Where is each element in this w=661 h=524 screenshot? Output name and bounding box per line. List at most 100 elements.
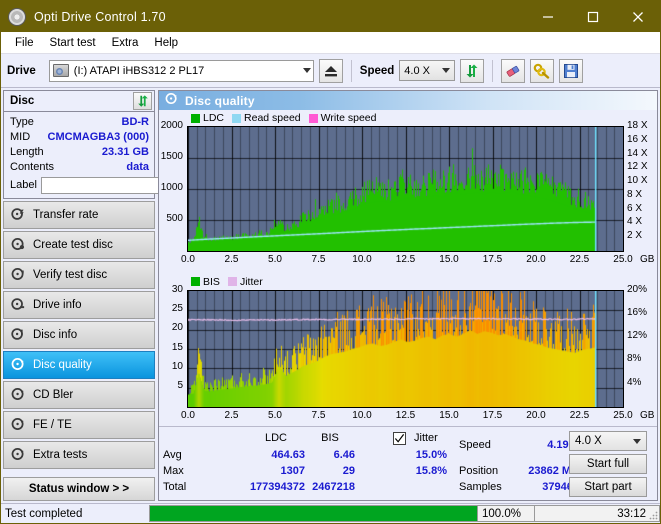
axis-tick-label: 8% — [627, 353, 642, 365]
main-body: Disc Type BD-R MID CMCMAGBA3 (000) Lengt… — [1, 88, 660, 503]
axis-tick-label: 16 X — [627, 133, 648, 145]
bis-plot-area — [187, 289, 624, 408]
legend-label: BIS — [203, 275, 220, 288]
legend-label: Jitter — [239, 275, 263, 288]
menu-extra[interactable]: Extra — [104, 35, 147, 51]
disc-verify-icon — [11, 267, 25, 284]
axis-tick-label: 25.0 — [613, 254, 633, 265]
disc-icon — [8, 7, 26, 26]
erase-button[interactable] — [501, 58, 526, 83]
bis-chart-legend: BIS Jitter — [191, 276, 267, 288]
disc-row-mid: MID CMCMAGBA3 (000) — [10, 129, 149, 144]
drive-label: Drive — [7, 64, 36, 77]
speed-select-value: 4.0 X — [404, 64, 430, 77]
sidebar-item-label: Extra tests — [33, 449, 88, 461]
sidebar-item-extra-tests[interactable]: Extra tests — [3, 441, 155, 469]
stats-col-jitter: Jitter — [414, 432, 438, 444]
stats-speed-select-value: 4.0 X — [575, 435, 602, 447]
axis-tick-label: 16% — [627, 306, 648, 318]
disc-write-icon — [11, 237, 25, 254]
stats-col-bis: BIS — [321, 432, 339, 444]
ldc-chart: LDC Read speed Write speed 500 1000 1500 2000… — [159, 110, 657, 274]
axis-tick-label: 17.5 — [482, 254, 503, 265]
drive-toolbar: Drive (I:) ATAPI iHBS312 2 PL17 Speed 4.… — [1, 54, 660, 88]
disc-label-row: Label — [10, 175, 211, 195]
menu-file[interactable]: File — [7, 35, 42, 51]
axis-tick-label: GB — [640, 409, 655, 421]
sidebar-item-transfer-rate[interactable]: Transfer rate — [3, 201, 155, 229]
menu-start-test[interactable]: Start test — [42, 35, 104, 51]
title-bar: Opti Drive Control 1.70 — [1, 1, 660, 32]
close-icon[interactable] — [615, 1, 660, 32]
disc-row-key: Contents — [10, 160, 55, 173]
maximize-icon[interactable] — [570, 1, 615, 32]
window-title: Opti Drive Control 1.70 — [34, 9, 166, 24]
stats-total-ldc: 177394372 — [249, 481, 305, 493]
axis-tick-label: 4% — [627, 376, 642, 388]
legend-swatch — [191, 113, 200, 123]
axis-tick-label: 25 — [171, 303, 183, 315]
sidebar-item-fe-te[interactable]: FE / TE — [3, 411, 155, 439]
disc-bler-icon — [11, 387, 25, 404]
tools-button[interactable] — [530, 58, 555, 83]
menu-bar: File Start test Extra Help — [1, 32, 660, 54]
sidebar-item-label: Disc info — [33, 329, 78, 341]
axis-tick-label: 5 — [177, 380, 183, 392]
axis-tick-label: 500 — [166, 213, 183, 224]
chevron-down-icon — [302, 68, 311, 73]
start-part-button[interactable]: Start part — [569, 477, 647, 497]
refresh-button[interactable] — [460, 58, 485, 83]
legend-entry: Read speed — [232, 112, 301, 124]
axis-tick-label: 7.5 — [311, 254, 326, 265]
disc-speed-icon — [11, 207, 25, 224]
save-button[interactable] — [559, 58, 584, 83]
axis-tick-label: 7.5 — [311, 409, 326, 421]
sidebar-item-drive-info[interactable]: Drive info — [3, 291, 155, 319]
axis-tick-label: 5.0 — [268, 409, 282, 421]
axis-tick-label: 10.0 — [352, 254, 372, 265]
disc-row-length: Length 23.31 GB — [10, 144, 149, 159]
axis-tick-label: 8 X — [627, 188, 643, 200]
disc-refresh-button[interactable] — [133, 92, 152, 110]
disc-row-key: Type — [10, 115, 34, 128]
status-window-button[interactable]: Status window > > — [3, 477, 155, 501]
speed-label: Speed — [359, 64, 395, 77]
axis-tick-label: 12.5 — [395, 409, 416, 421]
sidebar-item-create-test-disc[interactable]: Create test disc — [3, 231, 155, 259]
sidebar-item-cd-bler[interactable]: CD Bler — [3, 381, 155, 409]
drive-select[interactable]: (I:) ATAPI iHBS312 2 PL17 — [48, 59, 314, 82]
disc-panel: Disc Type BD-R MID CMCMAGBA3 (000) Lengt… — [3, 90, 211, 199]
axis-tick-label: 22.5 — [569, 254, 590, 265]
disc-row-value: CMCMAGBA3 (000) — [47, 130, 149, 143]
axis-tick-label: 17.5 — [482, 409, 503, 421]
stats-speed-select[interactable]: 4.0 X — [569, 431, 647, 451]
eject-button[interactable] — [318, 58, 343, 83]
axis-tick-label: 0.0 — [181, 409, 195, 421]
legend-label: LDC — [203, 112, 225, 124]
legend-swatch — [232, 113, 242, 123]
stats-max-bis: 29 — [342, 465, 355, 477]
legend-swatch — [308, 113, 318, 123]
window-controls — [525, 1, 660, 32]
sidebar-item-disc-quality[interactable]: Disc quality — [3, 351, 155, 379]
axis-tick-label: 20.0 — [526, 254, 546, 265]
resize-grip-icon[interactable] — [648, 510, 658, 520]
disc-row-key: Length — [10, 145, 44, 158]
minimize-icon[interactable] — [525, 1, 570, 32]
stats-max-jitter: 15.8% — [415, 465, 447, 477]
sidebar-item-verify-test-disc[interactable]: Verify test disc — [3, 261, 155, 289]
elapsed-time: 33:12 — [535, 505, 660, 522]
progress-percent: 100.0% — [478, 505, 535, 522]
axis-tick-label: 1500 — [160, 151, 183, 162]
ldc-plot-area — [187, 126, 624, 252]
axis-tick-label: 6 X — [627, 202, 643, 214]
start-full-button[interactable]: Start full — [569, 454, 647, 474]
menu-help[interactable]: Help — [146, 35, 186, 51]
jitter-checkbox[interactable] — [393, 432, 406, 445]
sidebar-item-disc-info[interactable]: Disc info — [3, 321, 155, 349]
sidebar-item-label: CD Bler — [33, 389, 74, 401]
axis-tick-label: 30 — [171, 283, 183, 295]
speed-select[interactable]: 4.0 X — [399, 60, 456, 81]
status-bar: Test completed 100.0% 33:12 — [1, 503, 660, 523]
disc-row-type: Type BD-R — [10, 114, 149, 129]
